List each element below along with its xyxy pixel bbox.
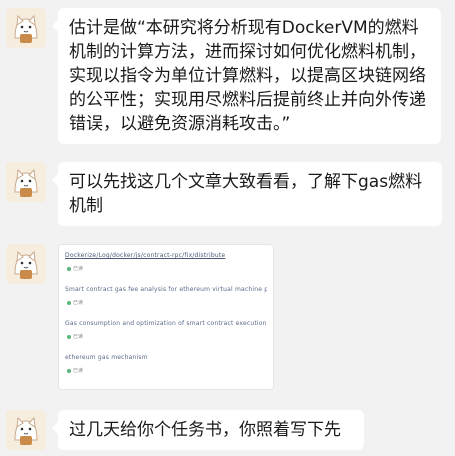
reference-title: Smart contract gas fee analysis for ethe… — [65, 286, 267, 293]
reference-meta: 已读 — [65, 265, 267, 273]
reference-meta: 已读 — [65, 299, 267, 307]
cat-avatar-icon — [6, 410, 46, 450]
reference-title: Gas consumption and optimization of smar… — [65, 320, 267, 327]
message-bubble[interactable]: 可以先找这几个文章大致看看，了解下gas燃料 机制 — [52, 162, 442, 226]
cat-avatar-icon — [6, 8, 46, 48]
reference-meta: 已读 — [65, 367, 267, 375]
reference-item: Dockerize/Log/docker/js/contract-rpc/fix… — [65, 251, 267, 285]
message-bubble[interactable]: 估计是做“本研究将分析现有DockerVM的燃料 机制的计算方法，进而探讨如何优… — [52, 8, 441, 144]
message-text: 可以先找这几个文章大致看看，了解下gas燃料 机制 — [69, 172, 423, 216]
cat-avatar-icon — [6, 162, 46, 202]
reference-item: Gas consumption and optimization of smar… — [65, 319, 267, 353]
reference-item: ethereum gas mechanism 已读 — [65, 353, 267, 387]
reference-item: Smart contract gas fee analysis for ethe… — [65, 285, 267, 319]
message-text: 估计是做“本研究将分析现有DockerVM的燃料 机制的计算方法，进而探讨如何优… — [69, 18, 426, 134]
message-bubble[interactable]: 过几天给你个任务书，你照着写下先 — [52, 410, 364, 450]
avatar[interactable] — [6, 8, 46, 48]
reference-meta: 已读 — [65, 333, 267, 341]
cat-avatar-icon — [6, 244, 46, 284]
avatar[interactable] — [6, 162, 46, 202]
reference-title: Dockerize/Log/docker/js/contract-rpc/fix… — [65, 252, 226, 259]
avatar[interactable] — [6, 244, 46, 284]
image-message[interactable]: Dockerize/Log/docker/js/contract-rpc/fix… — [58, 244, 274, 390]
avatar[interactable] — [6, 410, 46, 450]
message-text: 过几天给你个任务书，你照着写下先 — [69, 420, 341, 440]
reference-title: ethereum gas mechanism — [65, 354, 148, 361]
